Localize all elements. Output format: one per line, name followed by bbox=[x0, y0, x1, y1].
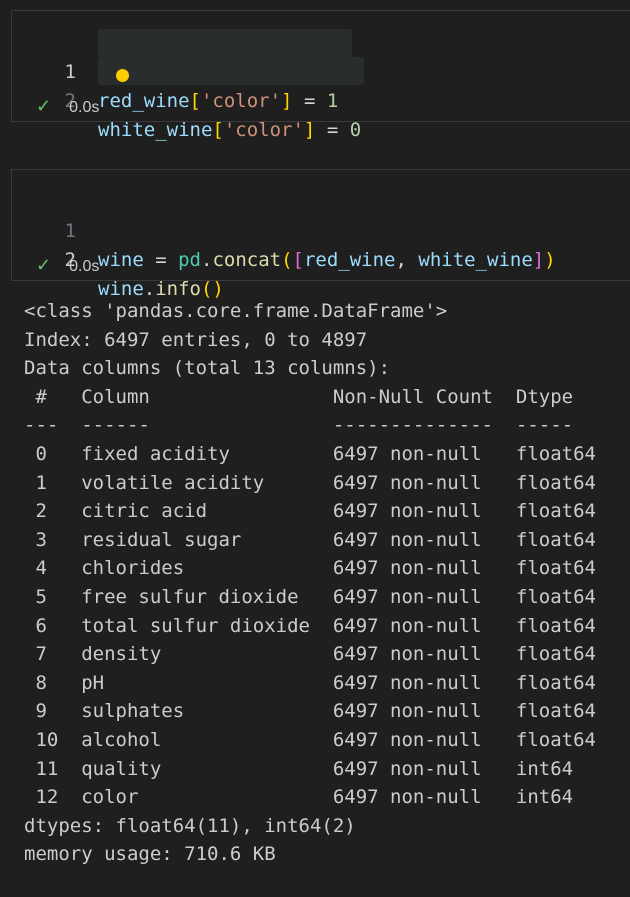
output-line: 1 volatile acidity 6497 non-null float64 bbox=[24, 471, 596, 494]
code-token: ] bbox=[532, 249, 545, 271]
execution-time: 0.0s bbox=[69, 258, 100, 275]
output-line: 6 total sulfur dioxide 6497 non-null flo… bbox=[24, 614, 596, 637]
code-token: wine bbox=[98, 249, 144, 271]
output-line: 5 free sulfur dioxide 6497 non-null floa… bbox=[24, 585, 596, 608]
code-token: concat bbox=[212, 249, 282, 271]
code-token: = bbox=[143, 249, 179, 271]
code-token: = bbox=[315, 119, 350, 141]
output-line: <class 'pandas.core.frame.DataFrame'> bbox=[24, 300, 448, 322]
code-token: ] bbox=[303, 119, 316, 141]
code-token: [ bbox=[292, 249, 304, 271]
code-line[interactable]: 2 white_wine['color'] = 0 bbox=[12, 58, 362, 141]
lightbulb-icon[interactable] bbox=[116, 69, 129, 82]
code-cell-1[interactable]: 1 red_wine['color'] = 1 2 white_wine['co… bbox=[11, 10, 630, 141]
output-line: --- ------ -------------- ----- bbox=[24, 414, 596, 437]
output-line: 2 citric acid 6497 non-null float64 bbox=[24, 500, 596, 523]
output-line: 12 color 6497 non-null int64 bbox=[24, 786, 596, 809]
output-line: 0 fixed acidity 6497 non-null float64 bbox=[24, 442, 596, 465]
code-token: white_wine bbox=[98, 119, 213, 141]
execution-status: ✓ 0.0s bbox=[36, 255, 99, 276]
output-line: 4 chlorides 6497 non-null float64 bbox=[24, 557, 596, 580]
code-line[interactable]: 1 wine = pd.concat([red_wine, white_wine… bbox=[12, 188, 556, 271]
output-line: 9 sulphates 6497 non-null float64 bbox=[24, 700, 596, 723]
output-line: 10 alcohol 6497 non-null float64 bbox=[24, 728, 596, 751]
execution-time: 0.0s bbox=[69, 99, 100, 116]
check-icon: ✓ bbox=[36, 255, 52, 275]
output-line: Index: 6497 entries, 0 to 4897 bbox=[24, 328, 368, 351]
code-token: [ bbox=[212, 119, 224, 141]
code-token: 1 bbox=[326, 90, 339, 112]
code-token: 'color' bbox=[200, 90, 282, 112]
code-token: red_wine bbox=[303, 249, 396, 271]
code-token: ] bbox=[281, 90, 293, 112]
cell-output: <class 'pandas.core.frame.DataFrame'> Ind… bbox=[24, 297, 596, 869]
execution-status: ✓ 0.0s bbox=[36, 96, 99, 117]
code-token: ( bbox=[281, 249, 293, 271]
code-cell-2[interactable]: 1 wine = pd.concat([red_wine, white_wine… bbox=[11, 169, 630, 300]
code-token: 0 bbox=[349, 119, 362, 141]
code-token: , bbox=[395, 249, 419, 271]
output-line: dtypes: float64(11), int64(2) bbox=[24, 814, 356, 837]
code-token: . bbox=[200, 249, 213, 271]
output-line: 7 density 6497 non-null float64 bbox=[24, 643, 596, 666]
check-icon: ✓ bbox=[36, 96, 52, 116]
code-line[interactable]: 1 red_wine['color'] = 1 bbox=[12, 29, 339, 112]
code-line[interactable]: 2 wine.info() bbox=[12, 217, 224, 300]
output-line: # Column Non-Null Count Dtype bbox=[24, 385, 596, 408]
code-token: pd bbox=[178, 249, 201, 271]
output-line: 8 pH 6497 non-null float64 bbox=[24, 671, 596, 694]
output-line: 11 quality 6497 non-null int64 bbox=[24, 757, 596, 780]
code-token: [ bbox=[189, 90, 201, 112]
line-number: 1 bbox=[64, 61, 76, 83]
output-line: Data columns (total 13 columns): bbox=[24, 357, 391, 380]
code-token: 'color' bbox=[223, 119, 304, 141]
code-token: = bbox=[292, 90, 327, 112]
output-line: memory usage: 710.6 KB bbox=[24, 843, 276, 866]
code-token: ) bbox=[544, 249, 556, 271]
line-number: 1 bbox=[64, 220, 76, 242]
selection-highlight bbox=[98, 57, 364, 85]
code-token: red_wine bbox=[98, 90, 190, 112]
selection-highlight bbox=[98, 29, 352, 57]
output-line: 3 residual sugar 6497 non-null float64 bbox=[24, 528, 596, 551]
code-token: white_wine bbox=[418, 249, 533, 271]
